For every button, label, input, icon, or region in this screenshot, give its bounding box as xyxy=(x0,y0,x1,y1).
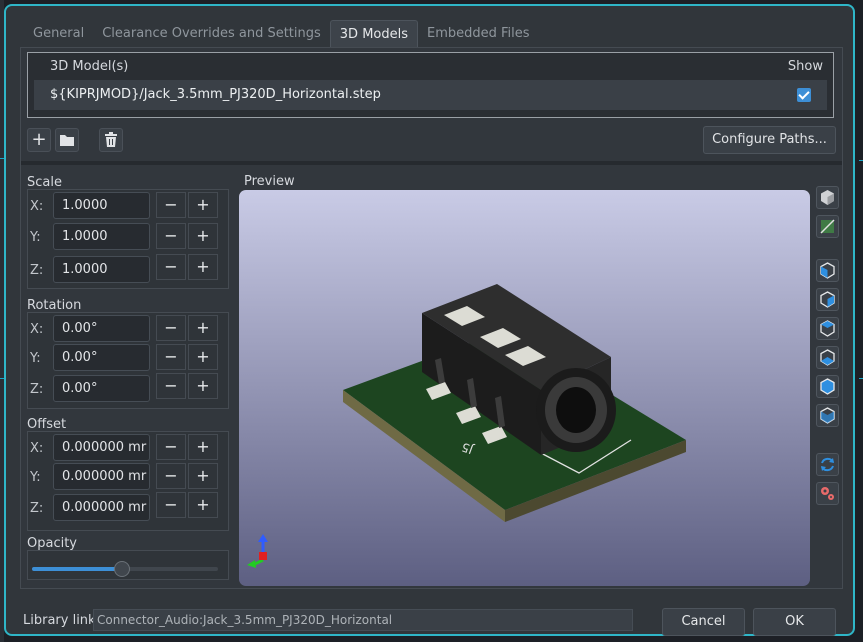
offset-title: Offset xyxy=(27,417,67,432)
rotation-x-field[interactable]: 0.00° xyxy=(53,315,150,342)
library-link-field[interactable]: Connector_Audio:Jack_3.5mm_PJ320D_Horizo… xyxy=(93,609,633,631)
scale-z-field[interactable]: 1.0000 xyxy=(53,256,150,283)
rotation-title: Rotation xyxy=(27,298,82,313)
model-path[interactable]: ${KIPRJMOD}/Jack_3.5mm_PJ320D_Horizontal… xyxy=(50,87,381,102)
scale-title: Scale xyxy=(27,175,62,190)
offset-y-increment[interactable]: + xyxy=(188,463,218,489)
scale-y-increment[interactable]: + xyxy=(188,223,218,249)
offset-y-decrement[interactable]: − xyxy=(156,463,186,489)
material-icon[interactable] xyxy=(816,186,839,209)
model-table: 3D Model(s) Show ${KIPRJMOD}/Jack_3.5mm_… xyxy=(27,52,834,118)
offset-z-increment[interactable]: + xyxy=(188,492,218,518)
settings-icon[interactable] xyxy=(816,482,839,505)
trash-icon xyxy=(105,132,117,147)
preview-title: Preview xyxy=(244,174,295,189)
rotation-z-increment[interactable]: + xyxy=(188,373,218,399)
rotation-x-label: X: xyxy=(30,322,44,337)
scale-x-field[interactable]: 1.0000 xyxy=(53,192,150,219)
opacity-slider-handle[interactable] xyxy=(114,561,130,577)
view-top-icon[interactable] xyxy=(816,375,839,398)
rotation-y-decrement[interactable]: − xyxy=(156,344,186,370)
tab-embedded-files[interactable]: Embedded Files xyxy=(418,20,539,48)
scale-z-increment[interactable]: + xyxy=(188,254,218,280)
folder-icon xyxy=(60,135,74,146)
offset-z-label: Z: xyxy=(30,501,44,516)
plus-icon: + xyxy=(31,129,47,150)
3d-models-panel: 3D Model(s) Show ${KIPRJMOD}/Jack_3.5mm_… xyxy=(20,47,843,589)
rotation-z-label: Z: xyxy=(30,382,44,397)
cancel-button[interactable]: Cancel xyxy=(662,608,745,636)
rotation-y-increment[interactable]: + xyxy=(188,344,218,370)
browse-model-button[interactable] xyxy=(55,128,79,152)
view-right-icon[interactable] xyxy=(816,346,839,369)
offset-y-field[interactable]: 0.000000 mr xyxy=(53,463,150,490)
rotation-z-decrement[interactable]: − xyxy=(156,373,186,399)
rotation-x-increment[interactable]: + xyxy=(188,315,218,341)
delete-model-button[interactable] xyxy=(99,128,123,152)
tab-clearance-overrides[interactable]: Clearance Overrides and Settings xyxy=(93,20,330,48)
scale-z-label: Z: xyxy=(30,263,44,278)
offset-x-field[interactable]: 0.000000 mr xyxy=(53,434,150,461)
3d-model-render: J5 xyxy=(247,284,686,568)
rotation-x-decrement[interactable]: − xyxy=(156,315,186,341)
offset-x-increment[interactable]: + xyxy=(188,434,218,460)
board-toggle-icon[interactable] xyxy=(816,215,839,238)
view-bottom-icon[interactable] xyxy=(816,404,839,427)
scale-y-label: Y: xyxy=(30,230,41,245)
background-trace xyxy=(859,378,863,379)
jack-barrel-hole xyxy=(556,387,596,433)
rotation-y-field[interactable]: 0.00° xyxy=(53,344,150,371)
tab-3d-models[interactable]: 3D Models xyxy=(329,20,418,48)
tab-bar: General Clearance Overrides and Settings… xyxy=(24,20,539,48)
panel-splitter[interactable] xyxy=(21,161,842,165)
ok-button[interactable]: OK xyxy=(753,608,836,636)
scale-y-decrement[interactable]: − xyxy=(156,223,186,249)
scale-x-increment[interactable]: + xyxy=(188,192,218,218)
offset-x-decrement[interactable]: − xyxy=(156,434,186,460)
opacity-title: Opacity xyxy=(27,536,78,551)
opacity-slider-fill xyxy=(32,567,121,571)
model-row[interactable]: ${KIPRJMOD}/Jack_3.5mm_PJ320D_Horizontal… xyxy=(34,80,827,110)
column-header-models: 3D Model(s) xyxy=(50,59,129,74)
reload-icon[interactable] xyxy=(816,453,839,476)
column-header-show: Show xyxy=(787,59,823,74)
offset-z-field[interactable]: 0.000000 mr xyxy=(53,494,150,521)
scale-x-label: X: xyxy=(30,199,44,214)
offset-y-label: Y: xyxy=(30,470,41,485)
rotation-y-label: Y: xyxy=(30,351,41,366)
view-back-icon[interactable] xyxy=(816,288,839,311)
3d-preview-canvas[interactable]: J5 xyxy=(239,190,810,586)
tab-general[interactable]: General xyxy=(24,20,93,48)
offset-z-decrement[interactable]: − xyxy=(156,492,186,518)
scale-y-field[interactable]: 1.0000 xyxy=(53,223,150,250)
axis-gizmo xyxy=(247,534,268,568)
model-table-header: 3D Model(s) Show xyxy=(28,53,833,78)
add-model-button[interactable]: + xyxy=(27,128,51,152)
opacity-slider-track[interactable] xyxy=(121,567,218,571)
footprint-properties-dialog: General Clearance Overrides and Settings… xyxy=(4,4,855,636)
background-trace xyxy=(859,160,863,161)
scale-z-decrement[interactable]: − xyxy=(156,254,186,280)
offset-x-label: X: xyxy=(30,441,44,456)
view-front-icon[interactable] xyxy=(816,259,839,282)
scale-x-decrement[interactable]: − xyxy=(156,192,186,218)
rotation-z-field[interactable]: 0.00° xyxy=(53,375,150,402)
show-checkbox[interactable] xyxy=(797,88,811,102)
configure-paths-button[interactable]: Configure Paths... xyxy=(703,126,836,154)
view-left-icon[interactable] xyxy=(816,317,839,340)
library-link-label: Library link: xyxy=(23,613,100,628)
